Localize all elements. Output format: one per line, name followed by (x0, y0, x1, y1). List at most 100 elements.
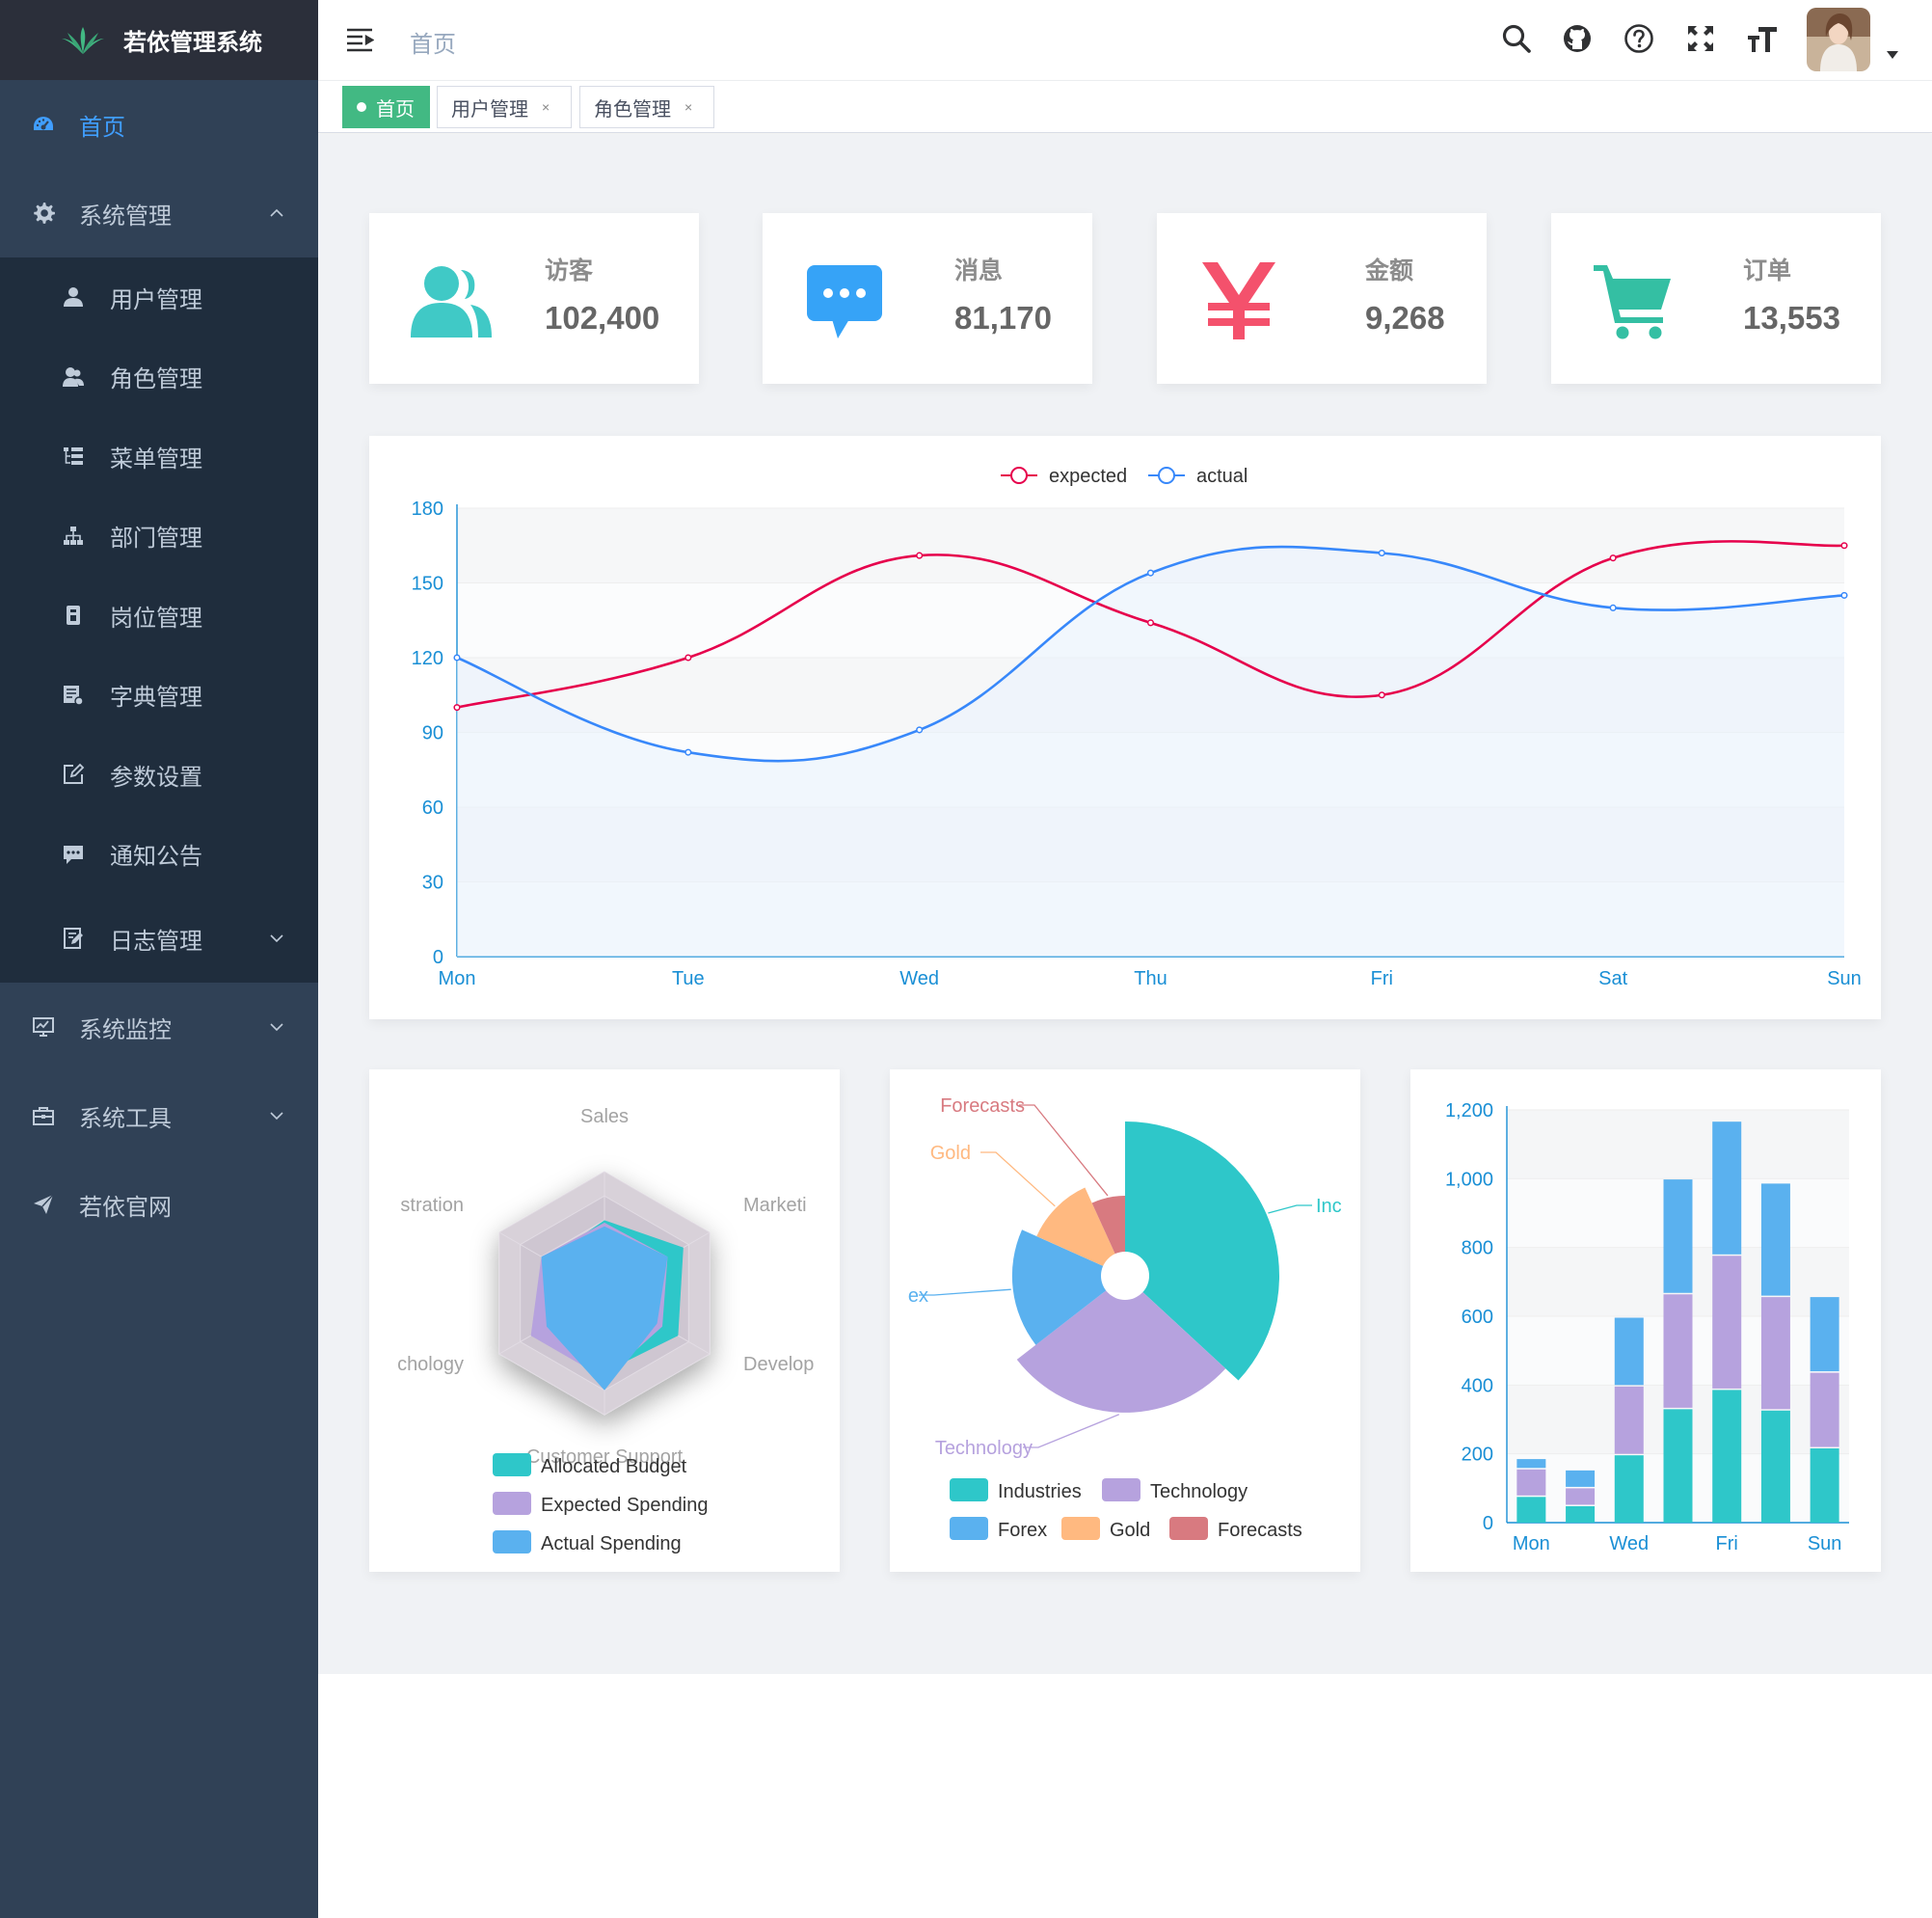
y-tick-label: 180 (412, 499, 443, 520)
paper-plane-icon (31, 1192, 56, 1217)
panel-orders[interactable]: 订单 13,553 (1551, 213, 1881, 384)
data-point (684, 748, 692, 756)
hamburger-icon[interactable] (345, 25, 374, 54)
legend-swatch (1169, 1517, 1208, 1540)
tag-user-management[interactable]: 用户管理 × (437, 86, 572, 128)
github-icon[interactable] (1560, 21, 1595, 56)
chevron-down-icon (270, 934, 283, 943)
legend-swatch (493, 1453, 531, 1476)
bar-segment (1516, 1469, 1546, 1496)
sidebar-item-config[interactable]: 参数设置 (0, 735, 318, 815)
legend-swatch (1061, 1517, 1100, 1540)
bar-segment (1663, 1294, 1693, 1408)
legend-swatch (950, 1478, 988, 1501)
fullscreen-icon[interactable] (1683, 21, 1718, 56)
data-point (453, 654, 461, 662)
close-icon[interactable]: × (542, 99, 550, 115)
toolbox-icon (31, 1103, 56, 1128)
bar-chart-card: 0 200 400 600 800 1,000 1,200 Mon Wed Fri Sun (1410, 1069, 1881, 1572)
legend-marker (1158, 467, 1175, 484)
chevron-down-icon (270, 1023, 283, 1032)
sidebar-item-tools[interactable]: 系统工具 (0, 1071, 318, 1160)
tag-label: 角色管理 (594, 98, 671, 121)
x-tick-label: Sun (1827, 968, 1862, 989)
bar-segment (1712, 1121, 1742, 1255)
x-tick-label: Sun (1808, 1533, 1842, 1554)
bar-chart: 0 200 400 600 800 1,000 1,200 Mon Wed Fri Sun (1445, 1100, 1849, 1554)
bar-segment (1566, 1470, 1596, 1487)
sidebar-item-depts[interactable]: 部门管理 (0, 497, 318, 577)
sidebar-item-label: 系统工具 (79, 1105, 172, 1132)
chevron-up-icon (270, 208, 283, 217)
bar-segment (1663, 1409, 1693, 1523)
tag-role-management[interactable]: 角色管理 × (579, 86, 714, 128)
caret-down-icon[interactable] (1886, 50, 1899, 60)
sidebar-item-roles[interactable]: 角色管理 (0, 338, 318, 418)
radar-chart-card: Sales Marketi Develop Customer Support cholo… (369, 1069, 840, 1572)
data-point (916, 726, 924, 734)
radar-indicator-label: stration (400, 1195, 464, 1216)
panel-messages[interactable]: 消息 81,170 (763, 213, 1092, 384)
dashboard-main: 访客 102,400 消息 81,170 金额 9,268 订单 13,553 (318, 134, 1932, 1674)
legend-swatch (493, 1492, 531, 1515)
bar-segment (1760, 1297, 1790, 1410)
sidebar-item-website[interactable]: 若依官网 (0, 1160, 318, 1249)
chevron-down-icon (270, 1112, 283, 1121)
radar-indicator-label: Marketi (743, 1195, 807, 1216)
data-point (916, 552, 924, 559)
y-tick-label: 1,200 (1445, 1100, 1493, 1121)
sidebar-item-logs[interactable]: 日志管理 (0, 894, 318, 983)
x-tick-label: Wed (1609, 1533, 1649, 1554)
sidebar-item-monitor[interactable]: 系统监控 (0, 983, 318, 1071)
legend-swatch (493, 1530, 531, 1553)
x-tick-label: Tue (672, 968, 705, 989)
question-icon[interactable] (1622, 21, 1656, 56)
x-tick-label: Mon (439, 968, 476, 989)
pie-chart-card: Inc Technology ex Gold Forecasts Industries Te… (890, 1069, 1360, 1572)
legend-label: Expected Spending (541, 1495, 708, 1516)
breadcrumb: 首页 (410, 32, 456, 58)
legend-swatch (950, 1517, 988, 1540)
panel-label: 访客 (545, 257, 594, 284)
sidebar-item-notices[interactable]: 通知公告 (0, 815, 318, 895)
tag-home[interactable]: 首页 (342, 86, 430, 128)
navbar: 首页 (318, 0, 1932, 81)
sidebar-item-label: 菜单管理 (110, 446, 202, 473)
sidebar-item-home[interactable]: 首页 (0, 80, 318, 169)
sidebar-item-users[interactable]: 用户管理 (0, 257, 318, 338)
y-tick-label: 0 (433, 947, 443, 968)
y-tick-label: 0 (1483, 1513, 1493, 1534)
sidebar-item-label: 角色管理 (110, 366, 202, 393)
font-size-icon[interactable] (1745, 21, 1780, 56)
legend-label: Industries (998, 1481, 1082, 1502)
radar-indicator-label: Develop (743, 1354, 814, 1375)
radar-chart: SalesMarketiDevelopCustomer Supportcholo… (397, 1106, 814, 1554)
sidebar-item-label: 部门管理 (110, 526, 202, 553)
sidebar-item-label: 日志管理 (110, 928, 202, 955)
message-icon (62, 843, 85, 866)
panel-visitors[interactable]: 访客 102,400 (369, 213, 699, 384)
active-dot-icon (357, 102, 366, 112)
sidebar-item-dicts[interactable]: 字典管理 (0, 656, 318, 736)
close-icon[interactable]: × (684, 99, 692, 115)
data-point (1840, 542, 1848, 550)
y-tick-label: 800 (1462, 1238, 1493, 1259)
bar-segment (1810, 1372, 1839, 1447)
sidebar-item-posts[interactable]: 岗位管理 (0, 576, 318, 656)
user-icon (62, 285, 85, 309)
data-point (1146, 569, 1155, 577)
log-icon (62, 927, 85, 950)
bar-segment (1760, 1410, 1790, 1523)
search-icon[interactable] (1499, 21, 1534, 56)
bar-segment (1614, 1455, 1644, 1523)
sidebar: 若依管理系统 首页 系统管理 用户管理 角色管理 菜单管理 部门管理 岗位管理 … (0, 0, 318, 1918)
data-point (1146, 619, 1155, 627)
panel-amount[interactable]: 金额 9,268 (1157, 213, 1487, 384)
sidebar-item-label: 若依官网 (79, 1194, 172, 1221)
sidebar-item-menus[interactable]: 菜单管理 (0, 417, 318, 497)
avatar[interactable] (1807, 8, 1870, 71)
pie-outside-label: Gold (930, 1143, 971, 1164)
sidebar-item-system[interactable]: 系统管理 (0, 169, 318, 257)
logo[interactable]: 若依管理系统 (0, 0, 318, 80)
app-title: 若依管理系统 (123, 30, 262, 56)
